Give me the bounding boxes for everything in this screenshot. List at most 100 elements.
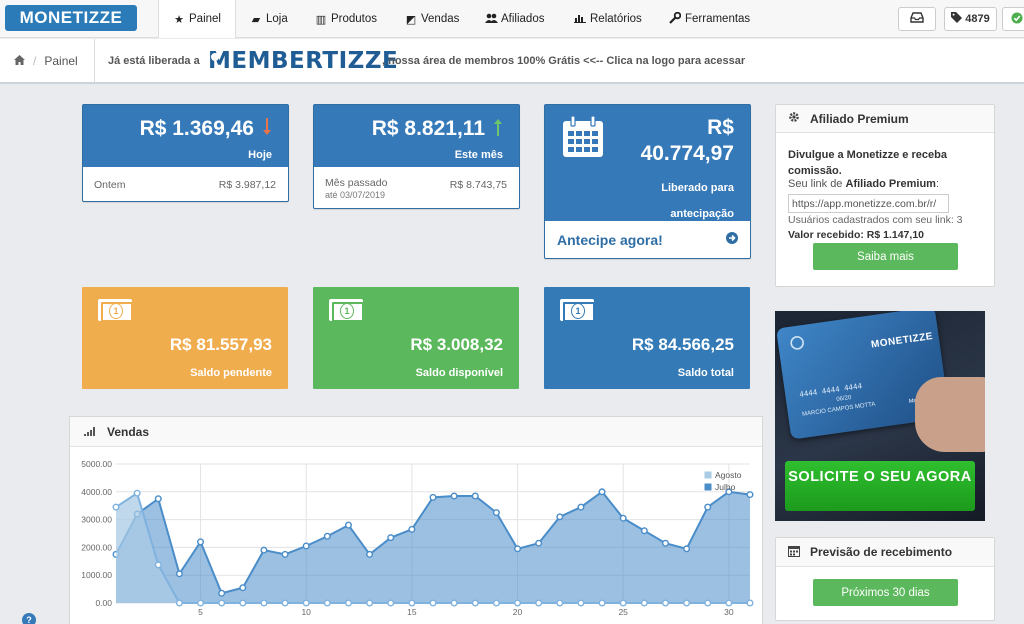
breadcrumb-separator: /	[33, 54, 37, 68]
last-month-date: até 03/07/2019	[325, 190, 386, 200]
nav-vendas[interactable]: ◩ Vendas	[405, 0, 460, 38]
status-button[interactable]	[1002, 7, 1024, 31]
affiliate-premium-title: Afiliado Premium	[810, 111, 909, 126]
today-sales-label: Hoje	[248, 149, 272, 161]
nav-vendas-label: Vendas	[421, 13, 460, 25]
users-icon	[485, 13, 498, 26]
check-circle-icon	[1011, 12, 1023, 27]
data-point	[175, 570, 183, 578]
points-button[interactable]: 4879	[944, 7, 997, 31]
pending-balance-card: R$ 81.557,93 Saldo pendente	[82, 287, 288, 389]
nav-relatorios[interactable]: Relatórios	[574, 0, 642, 38]
data-point	[556, 599, 564, 607]
inbox-button[interactable]	[898, 7, 936, 31]
data-point	[175, 599, 183, 607]
total-balance-value: R$ 84.566,25	[631, 335, 734, 354]
data-point	[514, 599, 522, 607]
monetizze-card-logo-icon	[789, 335, 806, 356]
membertizze-logo[interactable]: MEMBERTIZZE	[205, 46, 398, 76]
anticipate-link[interactable]: Antecipe agora!	[545, 221, 750, 258]
money-icon	[329, 299, 364, 322]
monetizze-logo[interactable]: MONETIZZE	[5, 5, 137, 31]
data-point	[450, 492, 458, 500]
affiliate-link-caption-text: Seu link de	[788, 178, 843, 190]
data-point	[218, 599, 226, 607]
last-month-label: Mês passado	[325, 177, 388, 189]
next-30-days-button[interactable]: Próximos 30 dias	[813, 579, 958, 606]
y-tick-label: 5000.00	[81, 459, 112, 469]
card-number: 4444 4444 4444	[798, 381, 863, 400]
data-point	[598, 488, 606, 496]
data-point	[429, 493, 437, 501]
card-promo-banner[interactable]: MONETIZZE 4444 4444 4444 06/20 MARCIO CA…	[775, 311, 985, 521]
hand-image	[915, 377, 985, 452]
data-point	[619, 514, 627, 522]
y-tick-label: 0.00	[95, 598, 112, 608]
signal-bars-icon	[84, 425, 97, 439]
affiliate-link-input[interactable]	[788, 194, 949, 213]
data-point	[323, 599, 331, 607]
barcode-icon: ▥	[315, 13, 327, 26]
available-balance-value: R$ 3.008,32	[410, 335, 503, 354]
data-point	[239, 599, 247, 607]
membertizze-logo-text: MEMBERTIZZE	[208, 48, 399, 74]
nav-produtos[interactable]: ▥ Produtos	[315, 0, 377, 38]
data-point	[683, 599, 691, 607]
points-count: 4879	[965, 13, 990, 25]
money-icon: ◩	[405, 13, 417, 26]
data-point	[598, 599, 606, 607]
nav-loja[interactable]: ▰ Loja	[250, 0, 288, 38]
data-point	[408, 525, 416, 533]
nav-afiliados-label: Afiliados	[501, 13, 545, 25]
top-navbar: MONETIZZE ★ Painel ▰ Loja ▥ Produtos ◩ V…	[0, 0, 1024, 38]
forecast-header: Previsão de recebimento	[776, 538, 994, 567]
data-point	[725, 599, 733, 607]
data-point	[218, 589, 226, 597]
nav-ferramentas[interactable]: Ferramentas	[669, 0, 750, 38]
data-point	[577, 599, 585, 607]
data-point	[577, 503, 585, 511]
data-point	[366, 599, 374, 607]
notice-text-before: Já está liberada a	[108, 55, 200, 67]
nav-painel[interactable]: ★ Painel	[158, 0, 236, 38]
data-point	[661, 599, 669, 607]
saiba-mais-button[interactable]: Saiba mais	[813, 243, 958, 270]
data-point	[387, 599, 395, 607]
released-currency: R$	[707, 116, 734, 139]
data-point	[492, 599, 500, 607]
x-tick-label: 5	[198, 607, 203, 617]
nav-loja-label: Loja	[266, 13, 288, 25]
data-point	[260, 599, 268, 607]
breadcrumb: / Painel	[14, 54, 78, 68]
data-point	[239, 584, 247, 592]
home-icon[interactable]	[14, 54, 25, 68]
data-point	[344, 521, 352, 529]
affiliate-description: Divulgue a Monetizze e receba comissão.	[788, 149, 947, 177]
nav-afiliados[interactable]: Afiliados	[485, 0, 544, 38]
money-icon	[560, 299, 595, 322]
x-tick-label: 15	[407, 607, 417, 617]
legend-swatch	[703, 470, 713, 480]
data-point	[746, 599, 754, 607]
affiliate-users-count: Usuários cadastrados com seu link: 3	[788, 214, 963, 226]
data-point	[408, 599, 416, 607]
data-point	[535, 599, 543, 607]
pending-balance-value: R$ 81.557,93	[169, 335, 272, 354]
chart-icon	[574, 12, 586, 26]
data-point	[366, 550, 374, 558]
x-tick-label: 25	[618, 607, 628, 617]
data-point	[154, 495, 162, 503]
arrow-circle-right-icon	[726, 231, 738, 249]
calendar-icon	[561, 115, 605, 164]
data-point	[492, 509, 500, 517]
affiliate-premium-panel: Afiliado Premium Divulgue a Monetizze e …	[775, 104, 995, 287]
sales-chart-panel: Vendas 0.00 1000.00 2000.00 3000.00 4000.00 5…	[69, 416, 763, 624]
data-point	[387, 534, 395, 542]
bag-icon: ▰	[251, 13, 261, 26]
help-icon[interactable]: ?	[22, 613, 36, 624]
request-card-cta[interactable]: SOLICITE O SEU AGORA	[785, 461, 975, 511]
nav-ferramentas-label: Ferramentas	[685, 13, 751, 25]
inbox-icon	[910, 12, 924, 26]
affiliate-received-label: Valor recebido:	[788, 229, 864, 241]
data-point	[429, 599, 437, 607]
